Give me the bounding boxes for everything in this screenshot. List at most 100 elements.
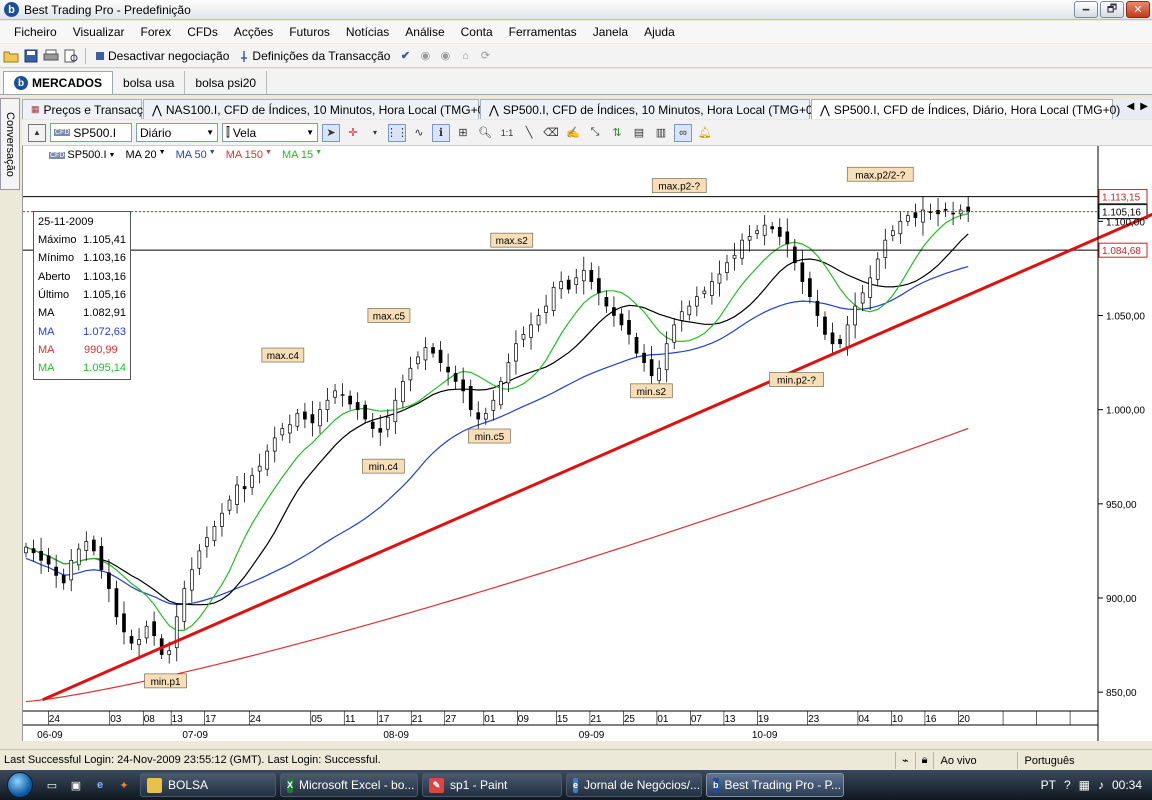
- resize-icon[interactable]: ⤡: [586, 124, 604, 142]
- x-tick-label: 13: [724, 714, 736, 725]
- scroll-left-icon[interactable]: ◀: [1127, 101, 1135, 112]
- menu-item-2[interactable]: Forex: [133, 25, 180, 39]
- tab-nas100-10min[interactable]: ⋀ NAS100.I, CFD de Índices, 10 Minutos, …: [143, 99, 488, 119]
- taskbar-button-3[interactable]: e Jornal de Negócios/...: [566, 773, 702, 797]
- legend-item-3[interactable]: MA 15 ▼: [282, 149, 322, 161]
- candle-body: [627, 320, 631, 335]
- price-chart[interactable]: 1.113,15 1.105,16 1.084,68 min.p1 max.c4 min…: [23, 146, 1152, 741]
- forward-icon[interactable]: ◉: [436, 47, 454, 65]
- taskbar-button-label: sp1 - Paint: [450, 778, 508, 792]
- taskbar-button-4[interactable]: b Best Trading Pro - P...: [706, 773, 844, 797]
- candle-body: [295, 413, 300, 427]
- chart-type-select[interactable]: ⫿ Vela ▼: [222, 123, 318, 142]
- print-preview-icon[interactable]: [62, 47, 80, 65]
- info-row: Último 1.105,16: [38, 286, 126, 304]
- collapse-up-icon[interactable]: ▲: [28, 123, 46, 142]
- zoom-area-icon[interactable]: ⊞: [454, 124, 472, 142]
- check-icon[interactable]: ✔: [396, 47, 414, 65]
- deactivate-trading-button[interactable]: Desactivar negociação: [91, 49, 233, 63]
- close-button[interactable]: ✕: [1126, 1, 1150, 18]
- help-icon[interactable]: ?: [1064, 778, 1071, 792]
- chevron-down-icon: ▼: [158, 149, 166, 156]
- media-icon[interactable]: ✦: [114, 775, 134, 795]
- chart-area[interactable]: 1.113,15 1.105,16 1.084,68 min.p1 max.c4 min…: [22, 146, 1152, 741]
- x-month-label: 10-09: [752, 730, 778, 741]
- menu-item-0[interactable]: Ficheiro: [6, 25, 65, 39]
- chart-type-value: Vela: [232, 125, 257, 140]
- tab-sp500-10min[interactable]: ⋀ SP500.I, CFD de Índices, 10 Minutos, H…: [480, 99, 817, 119]
- line-tool-icon[interactable]: ╲: [520, 124, 538, 142]
- maximize-button[interactable]: 🗗: [1100, 1, 1124, 18]
- menu-item-4[interactable]: Acções: [226, 25, 281, 39]
- taskbar-button-2[interactable]: ✎ sp1 - Paint: [422, 773, 562, 797]
- desktop-icon[interactable]: ▭: [42, 775, 62, 795]
- open-folder-icon[interactable]: [2, 47, 20, 65]
- conversation-side-tab[interactable]: Conversação: [0, 98, 20, 190]
- symbol-input[interactable]: CFD SP500.I: [50, 123, 132, 142]
- alert-bell-icon[interactable]: 🔔︎: [696, 124, 714, 142]
- transaction-settings-button[interactable]: Definições da Transacção: [235, 49, 394, 63]
- cursor-icon[interactable]: ➤: [322, 123, 340, 142]
- legend-symbol[interactable]: CFD SP500.I ▼: [49, 149, 115, 161]
- info-row-value: 1.072,63: [83, 325, 126, 338]
- taskbar-button-0[interactable]: BOLSA: [140, 773, 276, 797]
- taskbar-button-1[interactable]: X Microsoft Excel - bo...: [280, 773, 418, 797]
- y-tick-label: 1.000,00: [1106, 406, 1145, 417]
- start-button[interactable]: [0, 770, 40, 800]
- menu-item-3[interactable]: CFDs: [179, 25, 226, 39]
- dropdown-small-icon[interactable]: ▾: [366, 124, 384, 142]
- trade-tool-icon[interactable]: ⇅: [608, 124, 626, 142]
- x-tick-label: 05: [311, 714, 323, 725]
- crosshair-icon[interactable]: ✛: [344, 124, 362, 142]
- menu-item-6[interactable]: Notícias: [338, 25, 397, 39]
- legend-item-2[interactable]: MA 150 ▼: [226, 149, 272, 161]
- menu-item-8[interactable]: Conta: [453, 25, 501, 39]
- menu-item-5[interactable]: Futuros: [281, 25, 338, 39]
- zoom-icon[interactable]: 🔍︎: [476, 124, 494, 142]
- menu-item-9[interactable]: Ferramentas: [501, 25, 585, 39]
- orders-icon[interactable]: ▤: [630, 124, 648, 142]
- home-icon[interactable]: ⌂: [456, 47, 474, 65]
- candle-body: [687, 305, 692, 316]
- legend-item-0[interactable]: MA 20 ▼: [125, 149, 165, 161]
- eraser-icon[interactable]: ⌫: [542, 124, 560, 142]
- language-indicator[interactable]: PT: [1041, 778, 1056, 792]
- legend-item-1[interactable]: MA 50 ▼: [176, 149, 216, 161]
- candle-body: [642, 352, 646, 363]
- positions-icon[interactable]: ▥: [652, 124, 670, 142]
- tab-bolsa-psi20[interactable]: bolsa psi20: [185, 71, 268, 94]
- scroll-right-icon[interactable]: ▶: [1140, 101, 1148, 112]
- menu-item-11[interactable]: Ajuda: [636, 25, 683, 39]
- window-switch-icon[interactable]: ▣: [66, 775, 86, 795]
- ma15-line: [25, 213, 969, 631]
- menu-item-7[interactable]: Análise: [397, 25, 452, 39]
- volume-icon[interactable]: ♪: [1098, 778, 1104, 792]
- info-row: MA 1.082,91: [38, 304, 126, 322]
- legend-symbol-label: SP500.I: [67, 149, 107, 161]
- candle-body: [69, 559, 74, 581]
- refresh-icon[interactable]: ⟳: [476, 47, 494, 65]
- grid-icon[interactable]: ⋮⋮: [386, 123, 408, 142]
- candle-body: [823, 316, 827, 335]
- back-icon[interactable]: ◉: [416, 47, 434, 65]
- text-tool-icon[interactable]: ✍: [564, 124, 582, 142]
- candle-body: [76, 548, 81, 566]
- save-icon[interactable]: [22, 47, 40, 65]
- tab-sp500-daily[interactable]: ⋀ SP500.I, CFD de Índices, Diário, Hora …: [811, 99, 1120, 119]
- candle-body: [694, 296, 699, 307]
- tab-prices-transaction[interactable]: ▦ Preços e Transacção: [22, 99, 156, 119]
- candle-body: [468, 385, 473, 411]
- info-icon[interactable]: ℹ: [432, 123, 450, 142]
- menu-item-10[interactable]: Janela: [585, 25, 636, 39]
- indicator-icon[interactable]: ∿: [410, 124, 428, 142]
- minimize-button[interactable]: 🗕: [1074, 1, 1098, 18]
- tab-mercados[interactable]: b MERCADOS: [3, 71, 114, 94]
- menu-item-1[interactable]: Visualizar: [65, 25, 133, 39]
- ie-icon[interactable]: e: [90, 775, 110, 795]
- period-select[interactable]: Diário ▼: [136, 123, 218, 142]
- tab-bolsa-usa[interactable]: bolsa usa: [113, 71, 186, 94]
- print-icon[interactable]: [42, 47, 60, 65]
- one-to-one-icon[interactable]: 1:1: [498, 124, 516, 142]
- link-icon[interactable]: ∞: [674, 123, 692, 142]
- network-icon[interactable]: ▦: [1079, 778, 1090, 792]
